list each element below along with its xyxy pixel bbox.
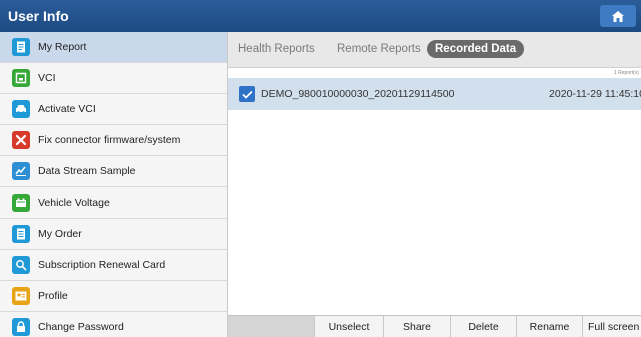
tab-bar: Health Reports Remote Reports Recorded D… [228, 32, 641, 68]
search-card-icon [12, 255, 30, 274]
sidebar-item-label: Activate VCI [38, 103, 96, 116]
record-name: DEMO_980010000030_20201129114500 [261, 88, 455, 100]
action-bar: Unselect Share Delete Rename Full screen [228, 315, 641, 337]
main-panel: Health Reports Remote Reports Recorded D… [228, 32, 641, 337]
home-button[interactable] [600, 5, 636, 27]
checkbox[interactable] [239, 86, 255, 102]
sidebar-item-profile[interactable]: Profile [0, 281, 227, 312]
sidebar-item-data-stream-sample[interactable]: Data Stream Sample [0, 156, 227, 188]
sidebar-item-subscription-renewal-card[interactable]: Subscription Renewal Card [0, 250, 227, 281]
sidebar-item-label: Vehicle Voltage [38, 196, 110, 209]
sidebar-item-my-order[interactable]: My Order [0, 219, 227, 250]
sidebar-item-vehicle-voltage[interactable]: Vehicle Voltage [0, 187, 227, 219]
title-bar: User Info [0, 0, 641, 32]
report-count: 1 Report(s) [613, 70, 639, 76]
unselect-button[interactable]: Unselect [314, 316, 383, 337]
tab-remote-reports[interactable]: Remote Reports [337, 43, 421, 55]
tools-icon [12, 131, 30, 150]
sidebar-item-label: My Order [38, 227, 82, 240]
list-item[interactable]: DEMO_980010000030_20201129114500 2020-11… [228, 78, 641, 110]
sidebar: My Report VCI Activate VCI Fix connector… [0, 32, 228, 337]
tab-health-reports[interactable]: Health Reports [238, 43, 315, 55]
battery-icon [12, 193, 30, 212]
chart-icon [12, 162, 30, 181]
sidebar-item-label: Data Stream Sample [38, 165, 136, 178]
report-icon [12, 38, 30, 57]
sidebar-item-label: VCI [38, 72, 56, 85]
sidebar-item-label: My Report [38, 41, 87, 54]
sidebar-item-label: Change Password [38, 320, 124, 333]
record-date: 2020-11-29 11:45:10 [549, 88, 641, 100]
sidebar-item-label: Subscription Renewal Card [38, 258, 166, 271]
fullscreen-button[interactable]: Full screen [582, 316, 641, 337]
sidebar-item-fix-connector[interactable]: Fix connector firmware/system [0, 125, 227, 157]
sidebar-item-label: Fix connector firmware/system [38, 134, 181, 147]
rename-button[interactable]: Rename [516, 316, 582, 337]
vci-icon [12, 69, 30, 88]
sidebar-item-my-report[interactable]: My Report [0, 32, 227, 64]
car-icon [12, 100, 30, 119]
profile-icon [12, 286, 30, 305]
sidebar-item-activate-vci[interactable]: Activate VCI [0, 94, 227, 126]
sidebar-item-label: Profile [38, 289, 68, 302]
page-title: User Info [8, 8, 69, 24]
home-icon [612, 10, 624, 22]
tab-recorded-data[interactable]: Recorded Data [427, 40, 525, 58]
order-icon [12, 224, 30, 243]
share-button[interactable]: Share [383, 316, 450, 337]
sidebar-item-vci[interactable]: VCI [0, 63, 227, 95]
delete-button[interactable]: Delete [450, 316, 516, 337]
check-icon [241, 90, 253, 99]
sidebar-item-change-password[interactable]: Change Password [0, 312, 227, 337]
lock-icon [12, 317, 30, 336]
